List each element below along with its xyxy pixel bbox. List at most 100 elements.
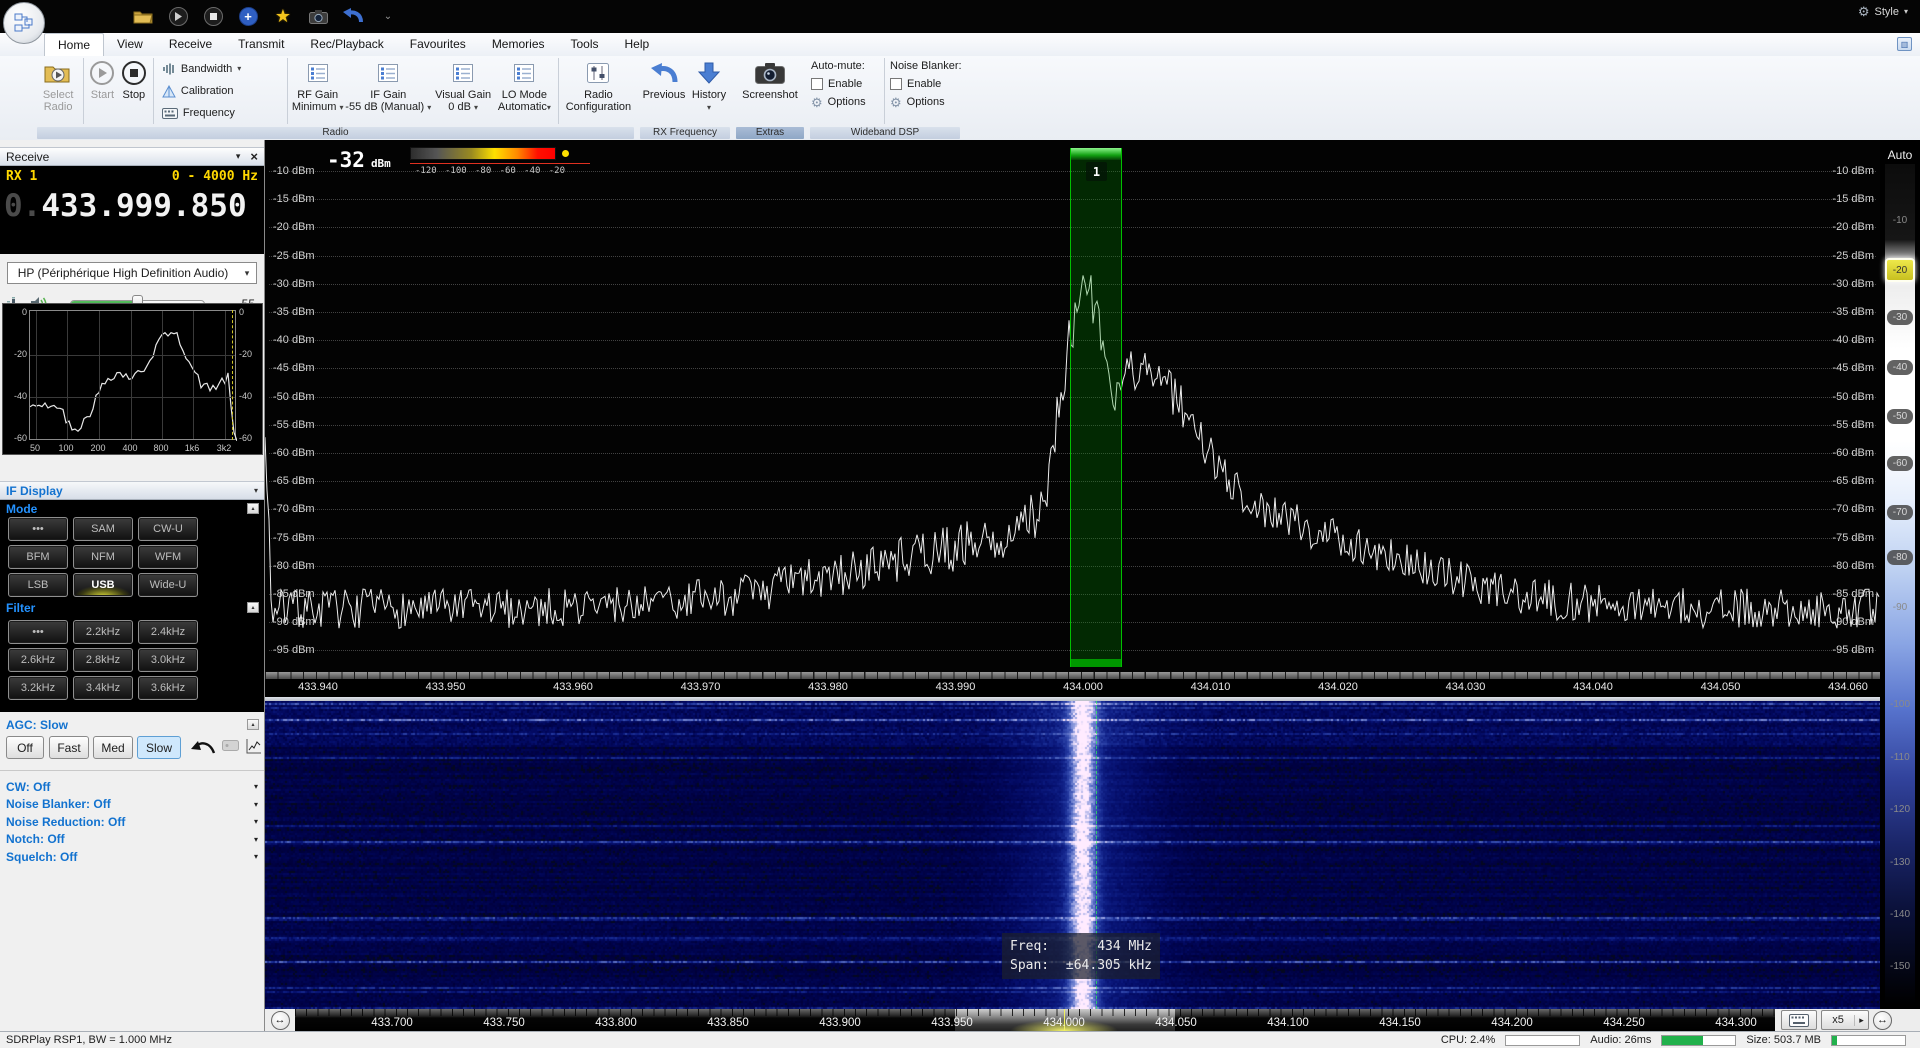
auto-mute-enable-checkbox[interactable]: Enable	[809, 75, 881, 93]
audio-y-label: -20	[13, 349, 27, 359]
receive-panel-header[interactable]: Receive ▾ ×	[0, 147, 264, 166]
frequency-display[interactable]: RX 1 0 - 4000 Hz 0.433.999.850	[0, 166, 264, 254]
agc-reset-arrow-icon[interactable]	[190, 738, 216, 757]
nav-pan-left-button[interactable]: ↔	[268, 1009, 292, 1031]
mode-button-sam[interactable]: SAM	[73, 517, 133, 541]
rf-gain-button[interactable]: RF Gain Minimum ▾	[291, 56, 344, 126]
lo-mode-button[interactable]: LO Mode Automatic▾	[494, 56, 555, 126]
agc-button-fast[interactable]: Fast	[49, 736, 89, 759]
visual-gain-button[interactable]: Visual Gain 0 dB ▾	[433, 56, 494, 126]
tab-help[interactable]: Help	[612, 33, 663, 56]
spectrum-display[interactable]: -10 dBm -10 dBm -15 dBm -15 dBm -20 dBm -20 d…	[265, 140, 1880, 672]
status-cpu-bar	[1505, 1034, 1581, 1046]
section-squelch[interactable]: Squelch: Off ▾	[0, 848, 264, 865]
audio-x-label: 100	[58, 443, 74, 453]
filter-button-[interactable]: •••	[8, 620, 68, 644]
camera-icon[interactable]	[307, 5, 329, 27]
mode-button-wfm[interactable]: WFM	[138, 545, 198, 569]
audio-device-select[interactable]: HP (Périphérique High Definition Audio) …	[7, 262, 257, 284]
stop-icon[interactable]	[202, 5, 224, 27]
ribbon-display-options-icon[interactable]: ▥	[1897, 37, 1912, 51]
tab-tools[interactable]: Tools	[558, 33, 612, 56]
application-menu-button[interactable]	[3, 2, 45, 44]
palette-slider-handle[interactable]: -20	[1885, 258, 1915, 282]
collapse-filter-icon[interactable]: ▴	[247, 602, 259, 613]
mode-button-wideu[interactable]: Wide-U	[138, 573, 198, 597]
audio-spectrum-graph[interactable]: 0 0 -20 -20 -40 -40 -60 -60 50 100 200 400 800 1k6 3k2	[2, 303, 263, 455]
chevron-down-icon[interactable]: ▾	[236, 151, 241, 162]
mode-button-usb[interactable]: USB	[73, 573, 133, 597]
waterfall-display[interactable]: Freq: 434 MHz Span: ±64.305 kHz	[265, 701, 1880, 1009]
section-notch[interactable]: Notch: Off ▾	[0, 831, 264, 848]
customize-toolbar-icon[interactable]: ⌄	[377, 5, 399, 27]
palette-legend-bar[interactable]	[410, 147, 556, 160]
palette-gradient-slider[interactable]: -10 -20 -30 -40 -50 -60 -70 -80 -90 -100 -110 -120 -…	[1885, 164, 1915, 1005]
zoom-x5-button[interactable]: x5 ▸	[1821, 1010, 1869, 1030]
if-gain-button[interactable]: IF Gain -55 dB (Manual) ▾	[344, 56, 432, 126]
agc-tag-icon[interactable]	[222, 738, 239, 752]
noise-blanker-options-button[interactable]: ⚙ Options	[888, 93, 960, 111]
add-icon[interactable]: +	[237, 5, 259, 27]
spectrum-frequency-axis[interactable]: 433.940 433.950 433.960 433.970 433.980 433.9…	[265, 672, 1880, 697]
screenshot-button[interactable]: Screenshot	[736, 56, 804, 126]
select-radio-button[interactable]: Select Radio	[36, 56, 80, 126]
channel-marker-band[interactable]: 1	[1070, 148, 1122, 667]
close-icon[interactable]: ×	[250, 149, 258, 164]
mode-button-lsb[interactable]: LSB	[8, 573, 68, 597]
tab-transmit[interactable]: Transmit	[225, 33, 297, 56]
nav-pan-right-button[interactable]: ↔	[1873, 1010, 1892, 1030]
section-noise-blanker[interactable]: Noise Blanker: Off ▾	[0, 796, 264, 813]
style-menu[interactable]: ⚙ Style ▾	[1858, 5, 1908, 18]
agc-graph-icon[interactable]	[245, 738, 263, 755]
tab-favourites[interactable]: Favourites	[397, 33, 479, 56]
filter-button-30khz[interactable]: 3.0kHz	[138, 648, 198, 672]
agc-button-off[interactable]: Off	[6, 736, 44, 759]
tab-view[interactable]: View	[104, 33, 156, 56]
tab-receive[interactable]: Receive	[156, 33, 225, 56]
filter-button-36khz[interactable]: 3.6kHz	[138, 676, 198, 700]
previous-button[interactable]: Previous	[640, 56, 688, 126]
radio-configuration-button[interactable]: Radio Configuration	[562, 56, 635, 126]
bandwidth-button[interactable]: Bandwidth ▾	[157, 58, 285, 80]
audio-device-value: HP (Périphérique High Definition Audio)	[17, 266, 229, 280]
filter-button-24khz[interactable]: 2.4kHz	[138, 620, 198, 644]
nav-tick-strip	[295, 1009, 1775, 1016]
section-noise-reduction[interactable]: Noise Reduction: Off ▾	[0, 813, 264, 830]
if-display-header[interactable]: IF Display ▾	[0, 481, 264, 500]
filter-button-22khz[interactable]: 2.2kHz	[73, 620, 133, 644]
tab-rec-playback[interactable]: Rec/Playback	[297, 33, 396, 56]
stop-button[interactable]: Stop	[118, 56, 150, 126]
channel-marker-cap[interactable]	[1071, 148, 1121, 160]
keyboard-entry-button[interactable]	[1781, 1010, 1817, 1030]
filter-button-26khz[interactable]: 2.6kHz	[8, 648, 68, 672]
tab-home[interactable]: Home	[44, 33, 105, 56]
open-folder-icon[interactable]	[132, 5, 154, 27]
calibration-button[interactable]: Calibration	[157, 80, 285, 102]
play-icon[interactable]	[167, 5, 189, 27]
start-button[interactable]: Start	[87, 56, 118, 126]
filter-button-34khz[interactable]: 3.4kHz	[73, 676, 133, 700]
collapse-mode-icon[interactable]: ▴	[247, 503, 259, 514]
undo-icon[interactable]	[342, 5, 364, 27]
section-cw[interactable]: CW: Off ▾	[0, 778, 264, 795]
auto-mute-options-button[interactable]: ⚙ Options	[809, 93, 881, 111]
filter-button-28khz[interactable]: 2.8kHz	[73, 648, 133, 672]
mode-button-bfm[interactable]: BFM	[8, 545, 68, 569]
mode-button-cwu[interactable]: CW-U	[138, 517, 198, 541]
filter-button-32khz[interactable]: 3.2kHz	[8, 676, 68, 700]
agc-button-slow[interactable]: Slow	[137, 736, 181, 759]
history-button[interactable]: History ▾	[688, 56, 730, 126]
channel-marker-number[interactable]: 1	[1086, 162, 1107, 181]
nav-frequency-scale[interactable]: 433.700 433.750 433.800 433.850 433.900 433.9…	[295, 1009, 1775, 1031]
mode-title: Mode	[6, 502, 38, 516]
tab-memories[interactable]: Memories	[479, 33, 558, 56]
agc-button-med[interactable]: Med	[93, 736, 133, 759]
collapse-agc-icon[interactable]: ▴	[247, 719, 259, 730]
tuned-frequency-value[interactable]: 0.433.999.850	[4, 188, 260, 224]
noise-blanker-enable-checkbox[interactable]: Enable	[888, 75, 960, 93]
frequency-button[interactable]: Frequency	[157, 102, 285, 124]
chevron-down-icon[interactable]: ▾	[254, 486, 258, 495]
mode-button-[interactable]: •••	[8, 517, 68, 541]
favourite-star-icon[interactable]: ★	[272, 5, 294, 27]
mode-button-nfm[interactable]: NFM	[73, 545, 133, 569]
